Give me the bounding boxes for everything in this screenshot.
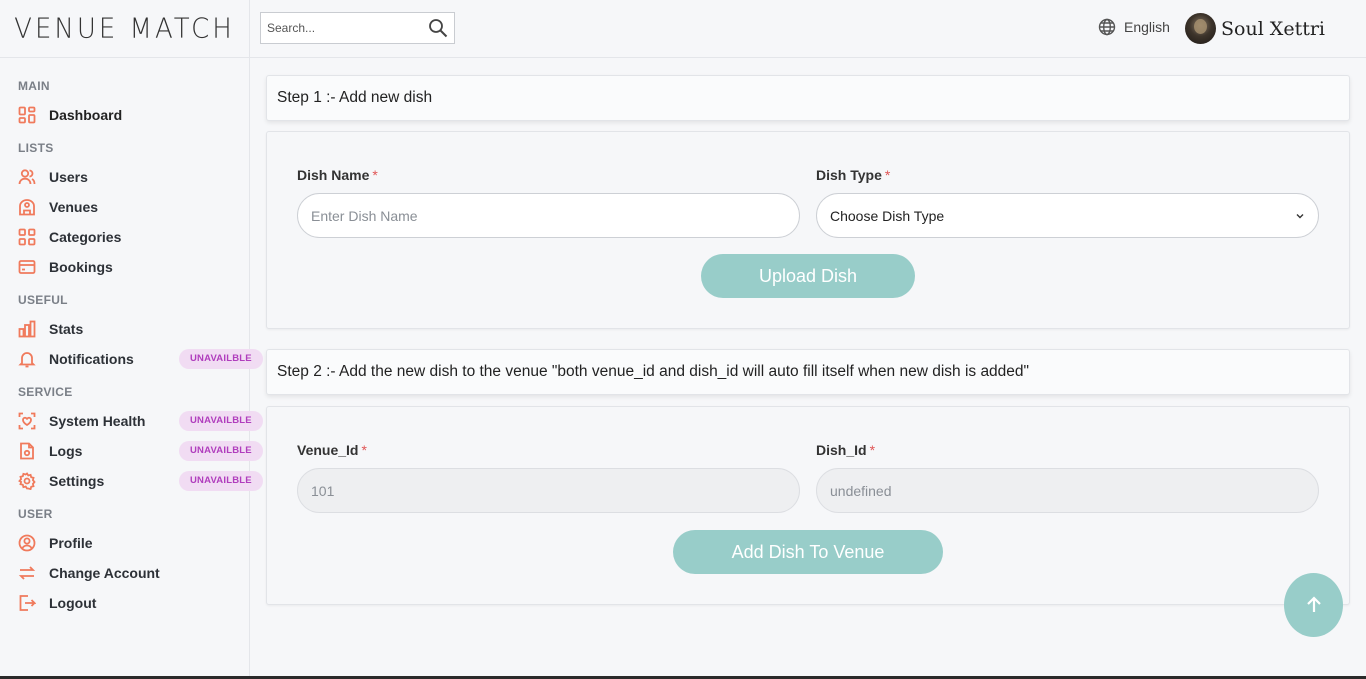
step2-form: Venue_Id * 101 Dish_Id * undefined Add Dis… xyxy=(266,406,1350,605)
categories-icon xyxy=(18,228,36,246)
sidebar-item-logout[interactable]: Logout xyxy=(18,588,249,618)
sidebar-item-label: Bookings xyxy=(49,259,113,275)
sidebar-item-settings[interactable]: Settings UNAVAILBLE xyxy=(18,466,263,496)
sidebar-item-label: Settings xyxy=(49,473,105,489)
section-title-service: SERVICE xyxy=(18,385,73,399)
dashboard-icon xyxy=(18,106,36,124)
sidebar-item-label: Profile xyxy=(49,535,93,551)
sidebar-item-logs[interactable]: Logs UNAVAILBLE xyxy=(18,436,263,466)
globe-icon xyxy=(1098,18,1116,36)
unavailable-badge: UNAVAILBLE xyxy=(179,349,263,369)
sidebar-item-categories[interactable]: Categories xyxy=(18,222,249,252)
sidebar-item-label: Users xyxy=(49,169,88,185)
dish-type-select[interactable]: Choose Dish Type xyxy=(816,193,1319,238)
section-title-user: USER xyxy=(18,507,53,521)
dish-id-label: Dish_Id * xyxy=(816,442,876,458)
section-title-lists: LISTS xyxy=(18,141,54,155)
dish-name-field: Dish Name * Enter Dish Name xyxy=(297,167,800,238)
dish-id-input[interactable]: undefined xyxy=(816,468,1319,513)
logo-area: VENUE MATCH xyxy=(0,0,249,58)
unavailable-badge: UNAVAILBLE xyxy=(179,471,263,491)
sidebar-item-label: Stats xyxy=(49,321,84,337)
section-title-main: MAIN xyxy=(18,79,50,93)
dish-type-field: Dish Type * Choose Dish Type xyxy=(816,167,1319,238)
credit-card-icon xyxy=(18,258,36,276)
step1-title: Step 1 :- Add new dish xyxy=(277,89,433,106)
sidebar-item-bookings[interactable]: Bookings xyxy=(18,252,249,282)
sidebar-nav: MAIN Dashboard LISTS Users Venues Catego… xyxy=(0,58,263,618)
bell-icon xyxy=(18,350,36,368)
profile-icon xyxy=(18,534,36,552)
sidebar-item-stats[interactable]: Stats xyxy=(18,314,249,344)
bar-chart-icon xyxy=(18,320,36,338)
venue-id-label: Venue_Id * xyxy=(297,442,367,458)
search-input[interactable] xyxy=(261,21,421,35)
venue-icon xyxy=(18,198,36,216)
step2-header: Step 2 :- Add the new dish to the venue … xyxy=(266,349,1350,395)
sidebar-item-label: Dashboard xyxy=(49,107,123,123)
language-selector[interactable]: English xyxy=(1098,18,1170,36)
scroll-to-top-button[interactable] xyxy=(1284,573,1343,637)
dish-id-field: Dish_Id * undefined xyxy=(816,442,1319,513)
sidebar-item-label: Logs xyxy=(49,443,83,459)
sidebar: VENUE MATCH MAIN Dashboard LISTS Users V… xyxy=(0,0,263,679)
chevron-down-icon xyxy=(1296,214,1304,219)
dish-name-input[interactable]: Enter Dish Name xyxy=(297,193,800,238)
dish-type-value: Choose Dish Type xyxy=(830,207,945,224)
brand-logo[interactable]: VENUE MATCH xyxy=(14,13,235,45)
health-icon xyxy=(18,412,36,430)
sidebar-item-users[interactable]: Users xyxy=(18,162,249,192)
venue-id-input[interactable]: 101 xyxy=(297,468,800,513)
section-title-useful: USEFUL xyxy=(18,293,68,307)
sidebar-item-label: System Health xyxy=(49,413,146,429)
venue-id-field: Venue_Id * 101 xyxy=(297,442,800,513)
users-icon xyxy=(18,168,36,186)
sidebar-item-label: Venues xyxy=(49,199,99,215)
step1-form: Dish Name * Enter Dish Name Dish Type * Ch… xyxy=(266,131,1350,329)
step1-header: Step 1 :- Add new dish xyxy=(266,75,1350,121)
upload-dish-button[interactable]: Upload Dish xyxy=(701,254,915,298)
sidebar-item-profile[interactable]: Profile xyxy=(18,528,249,558)
search-box xyxy=(260,12,455,44)
add-dish-to-venue-button[interactable]: Add Dish To Venue xyxy=(673,530,943,574)
sidebar-item-label: Notifications xyxy=(49,351,134,367)
dish-type-label: Dish Type * xyxy=(816,167,891,183)
sidebar-item-venues[interactable]: Venues xyxy=(18,192,249,222)
dish-name-label: Dish Name * xyxy=(297,167,378,183)
logout-icon xyxy=(18,594,36,612)
top-bar: English Soul Xettri xyxy=(250,0,1366,58)
file-icon xyxy=(18,442,36,460)
language-label: English xyxy=(1124,19,1170,35)
avatar xyxy=(1185,13,1216,44)
swap-icon xyxy=(18,564,36,582)
sidebar-item-notifications[interactable]: Notifications UNAVAILBLE xyxy=(18,344,263,374)
sidebar-item-dashboard[interactable]: Dashboard xyxy=(18,100,249,130)
sidebar-item-label: Logout xyxy=(49,595,97,611)
step2-title: Step 2 :- Add the new dish to the venue … xyxy=(277,363,1030,380)
sidebar-item-system-health[interactable]: System Health UNAVAILBLE xyxy=(18,406,263,436)
gear-icon xyxy=(18,472,36,490)
sidebar-item-change-account[interactable]: Change Account xyxy=(18,558,249,588)
unavailable-badge: UNAVAILBLE xyxy=(179,411,263,431)
search-icon[interactable] xyxy=(428,18,448,38)
unavailable-badge: UNAVAILBLE xyxy=(179,441,263,461)
sidebar-item-label: Categories xyxy=(49,229,122,245)
sidebar-item-label: Change Account xyxy=(49,565,160,581)
user-menu[interactable]: Soul Xettri xyxy=(1185,13,1325,44)
arrow-up-icon xyxy=(1306,596,1321,612)
user-name: Soul Xettri xyxy=(1221,17,1326,40)
